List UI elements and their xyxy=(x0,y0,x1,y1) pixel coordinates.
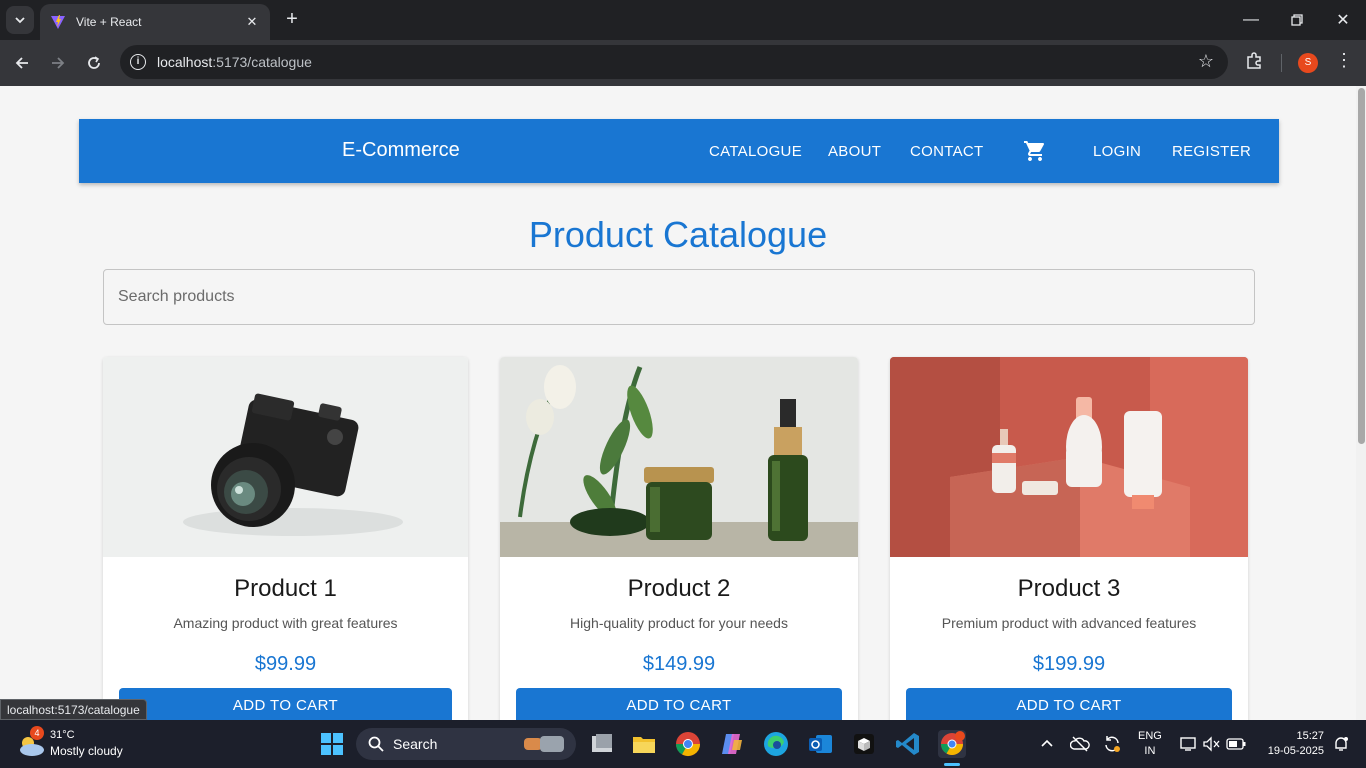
product-price: $99.99 xyxy=(254,653,317,675)
product-image-camera xyxy=(103,357,468,557)
nav-contact[interactable]: CONTACT xyxy=(910,143,983,160)
tab-search-button[interactable] xyxy=(6,6,34,34)
browser-tab[interactable]: Vite + React ✕ xyxy=(40,4,270,40)
chevron-up-icon[interactable] xyxy=(1040,737,1054,751)
chrome-icon[interactable] xyxy=(674,730,702,758)
search-icon xyxy=(368,736,384,752)
brand-title[interactable]: E-Commerce xyxy=(342,139,460,162)
nav-catalogue[interactable]: CATALOGUE xyxy=(709,143,802,160)
app-box-icon[interactable] xyxy=(850,730,878,758)
tab-title: Vite + React xyxy=(76,15,142,29)
nav-about[interactable]: ABOUT xyxy=(828,143,881,160)
restore-icon xyxy=(1291,14,1303,26)
vite-logo-icon xyxy=(51,15,65,29)
weather-temperature: 31°C xyxy=(50,729,75,741)
add-to-cart-button[interactable]: ADD TO CART xyxy=(906,688,1232,720)
language-indicator[interactable]: ENG IN xyxy=(1138,729,1162,759)
site-info-icon[interactable]: i xyxy=(130,54,146,70)
product-card: Product 1 Amazing product with great fea… xyxy=(103,357,468,720)
notification-bell-icon[interactable] xyxy=(1332,735,1350,753)
arrow-right-icon xyxy=(52,57,65,69)
page-scrollbar[interactable] xyxy=(1356,86,1366,720)
folder-icon[interactable] xyxy=(630,730,658,758)
browser-titlebar: Vite + React ✕ + — ✕ xyxy=(0,0,1366,40)
add-to-cart-button[interactable]: ADD TO CART xyxy=(119,688,452,720)
product-name: Product 1 xyxy=(234,575,337,602)
windows-start-icon[interactable] xyxy=(318,730,346,758)
add-to-cart-button[interactable]: ADD TO CART xyxy=(516,688,842,720)
lang-region: IN xyxy=(1144,745,1156,757)
browser-toolbar: i localhost:5173/catalogue ☆ xyxy=(0,40,1366,86)
url-text: localhost:5173/catalogue xyxy=(157,54,312,70)
chrome-active-icon[interactable] xyxy=(938,730,966,758)
edge-icon[interactable] xyxy=(762,730,790,758)
product-card: Product 2 High-quality product for your … xyxy=(500,357,858,720)
active-app-indicator xyxy=(944,763,960,766)
battery-icon[interactable] xyxy=(1226,738,1246,750)
taskbar-search-label: Search xyxy=(393,736,438,752)
product-description: Premium product with advanced features xyxy=(941,615,1197,631)
profile-avatar[interactable]: S xyxy=(1298,53,1318,73)
bookmark-star-icon[interactable]: ☆ xyxy=(1198,51,1214,72)
clock-time: 15:27 xyxy=(1296,730,1324,742)
arrow-left-icon xyxy=(15,57,28,69)
new-tab-button[interactable]: + xyxy=(280,8,304,32)
close-window-button[interactable]: ✕ xyxy=(1320,0,1366,40)
nav-login[interactable]: LOGIN xyxy=(1093,143,1141,160)
taskbar-search[interactable]: Search xyxy=(356,728,576,760)
back-button[interactable] xyxy=(8,49,36,77)
search-input[interactable] xyxy=(103,269,1255,325)
product-name: Product 3 xyxy=(1017,575,1121,602)
product-card: Product 3 Premium product with advanced … xyxy=(890,357,1248,720)
file-explorer-window-icon[interactable] xyxy=(588,730,616,758)
onedrive-offline-icon[interactable] xyxy=(1070,735,1090,753)
weather-widget[interactable]: 4 31°C Mostly cloudy xyxy=(16,726,156,760)
network-icon[interactable] xyxy=(1179,736,1197,752)
product-name: Product 2 xyxy=(627,575,731,602)
windows-taskbar: 4 31°C Mostly cloudy Search ENG IN 15:27… xyxy=(0,720,1366,768)
nav-register[interactable]: REGISTER xyxy=(1172,143,1251,160)
page-title: Product Catalogue xyxy=(528,214,828,255)
outlook-icon[interactable] xyxy=(806,730,834,758)
address-bar[interactable]: i localhost:5173/catalogue ☆ xyxy=(120,45,1228,79)
chevron-down-icon xyxy=(15,17,25,24)
reload-icon xyxy=(88,56,100,69)
system-clock[interactable]: 15:27 19-05-2025 xyxy=(1258,729,1324,759)
product-price: $199.99 xyxy=(1032,653,1106,675)
app-header: E-Commerce CATALOGUE ABOUT CONTACT LOGIN… xyxy=(79,119,1279,183)
product-description: High-quality product for your needs xyxy=(570,615,788,631)
minimize-button[interactable]: — xyxy=(1228,0,1274,40)
reload-button[interactable] xyxy=(80,49,108,77)
extensions-icon[interactable] xyxy=(1244,52,1264,72)
vscode-icon[interactable] xyxy=(894,730,922,758)
url-path: :5173/catalogue xyxy=(212,54,312,70)
page-viewport: E-Commerce CATALOGUE ABOUT CONTACT LOGIN… xyxy=(0,86,1356,720)
close-tab-icon[interactable]: ✕ xyxy=(244,14,260,30)
forward-button[interactable] xyxy=(44,49,72,77)
product-image-bottles-coral xyxy=(890,357,1248,557)
copilot-icon[interactable] xyxy=(718,730,746,758)
restore-button[interactable] xyxy=(1274,0,1320,40)
clock-date: 19-05-2025 xyxy=(1267,745,1324,757)
shopping-cart-icon[interactable] xyxy=(1023,139,1047,163)
product-price: $149.99 xyxy=(642,653,716,675)
browser-menu-icon[interactable]: ⋮ xyxy=(1334,50,1354,74)
search-highlight-icon xyxy=(524,736,564,752)
link-status-bubble: localhost:5173/catalogue xyxy=(0,699,147,720)
volume-muted-icon[interactable] xyxy=(1202,736,1220,752)
lang-code: ENG xyxy=(1138,730,1162,742)
product-image-bottles-green xyxy=(500,357,858,557)
url-host: localhost xyxy=(157,54,213,70)
scrollbar-thumb[interactable] xyxy=(1358,88,1365,444)
toolbar-divider xyxy=(1281,54,1282,72)
sync-icon[interactable] xyxy=(1102,734,1122,754)
weather-badge: 4 xyxy=(30,726,44,740)
product-description: Amazing product with great features xyxy=(173,615,398,631)
weather-condition: Mostly cloudy xyxy=(50,744,123,758)
